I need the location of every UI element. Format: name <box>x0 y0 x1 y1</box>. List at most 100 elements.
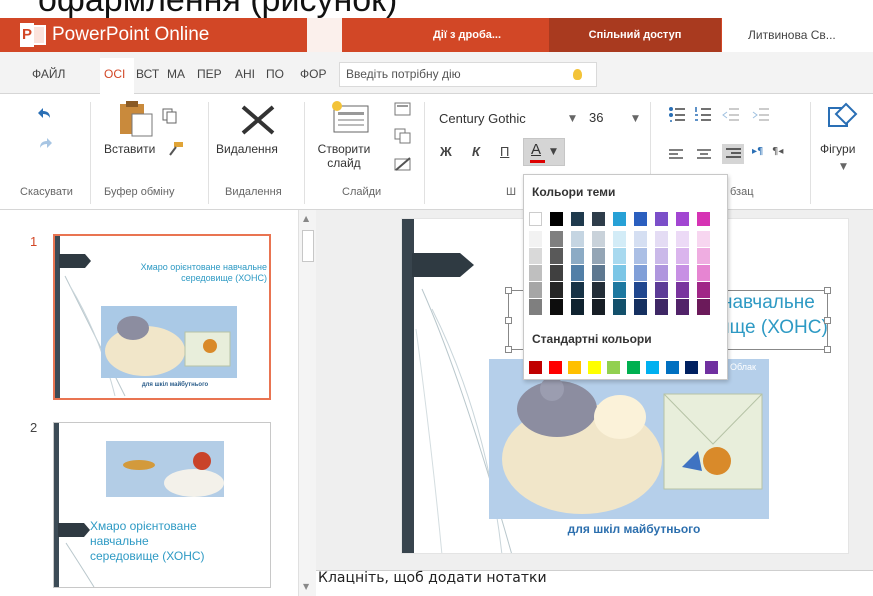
standard-color-swatch[interactable] <box>704 361 718 374</box>
align-center-icon[interactable] <box>696 148 712 160</box>
ltr-icon[interactable]: ▸¶ <box>752 146 763 157</box>
align-left-icon[interactable] <box>668 148 684 160</box>
paste-icon[interactable] <box>118 100 156 138</box>
user-name[interactable]: Литвинова Св... <box>722 18 873 52</box>
theme-color-swatch[interactable] <box>613 231 626 247</box>
format-painter-icon[interactable] <box>168 142 184 156</box>
numbering-icon[interactable] <box>694 106 712 122</box>
bullets-icon[interactable] <box>668 106 686 122</box>
redo-icon[interactable] <box>38 138 52 150</box>
duplicate-slide-icon[interactable] <box>394 128 412 144</box>
theme-color-swatch[interactable] <box>613 265 626 281</box>
theme-color-swatch[interactable] <box>655 282 668 298</box>
copy-icon[interactable] <box>162 108 178 124</box>
theme-color-swatch[interactable] <box>529 212 542 226</box>
theme-color-swatch[interactable] <box>592 282 605 298</box>
document-name-button[interactable]: Дії з дроба... <box>402 18 532 52</box>
standard-color-swatch[interactable] <box>685 361 698 374</box>
theme-color-swatch[interactable] <box>529 248 542 264</box>
tab-design[interactable]: МА <box>167 62 185 86</box>
standard-color-swatch[interactable] <box>607 361 620 374</box>
theme-color-swatch[interactable] <box>529 231 542 247</box>
font-color-button[interactable]: А ▼ <box>523 138 565 166</box>
theme-color-swatch[interactable] <box>697 282 710 298</box>
theme-color-swatch[interactable] <box>571 248 584 264</box>
scroll-down-icon[interactable]: ▼ <box>303 582 309 591</box>
font-name-dropdown-icon[interactable]: ▼ <box>569 114 576 124</box>
theme-color-swatch[interactable] <box>676 299 689 315</box>
resize-handle[interactable] <box>505 346 512 353</box>
shapes-dropdown-icon[interactable]: ▼ <box>840 162 847 172</box>
theme-color-swatch[interactable] <box>592 248 605 264</box>
bold-button[interactable]: Ж <box>440 144 452 159</box>
paste-label[interactable]: Вставити <box>104 142 155 156</box>
app-name[interactable]: P PowerPoint Online <box>20 23 209 47</box>
theme-color-swatch[interactable] <box>613 299 626 315</box>
thumbnail-scrollbar[interactable]: ▲ ▼ <box>298 210 316 596</box>
tab-insert[interactable]: ВСТ <box>136 62 159 86</box>
share-button[interactable]: Спільний доступ <box>549 18 721 52</box>
theme-color-swatch[interactable] <box>655 265 668 281</box>
theme-color-swatch[interactable] <box>655 248 668 264</box>
theme-color-swatch[interactable] <box>571 265 584 281</box>
theme-color-swatch[interactable] <box>592 231 605 247</box>
theme-color-swatch[interactable] <box>613 212 626 226</box>
delete-icon[interactable] <box>240 104 276 136</box>
new-slide-label[interactable]: Створити слайд <box>314 142 374 170</box>
rtl-icon[interactable]: ¶◂ <box>772 146 783 157</box>
italic-button[interactable]: К <box>472 144 480 159</box>
decrease-indent-icon[interactable] <box>722 106 740 122</box>
resize-handle[interactable] <box>824 317 831 324</box>
theme-color-swatch[interactable] <box>550 248 563 264</box>
theme-color-swatch[interactable] <box>592 212 605 226</box>
theme-color-swatch[interactable] <box>550 265 563 281</box>
theme-color-swatch[interactable] <box>676 231 689 247</box>
new-slide-icon[interactable] <box>330 100 372 134</box>
theme-color-swatch[interactable] <box>697 231 710 247</box>
theme-color-swatch[interactable] <box>529 299 542 315</box>
undo-icon[interactable] <box>38 108 52 120</box>
theme-color-swatch[interactable] <box>697 212 710 226</box>
standard-color-swatch[interactable] <box>665 361 679 374</box>
theme-color-swatch[interactable] <box>613 282 626 298</box>
notes-pane[interactable]: Клацніть, щоб додати нотатки <box>316 570 873 596</box>
theme-color-swatch[interactable] <box>529 265 542 281</box>
theme-color-swatch[interactable] <box>571 231 584 247</box>
standard-color-swatch[interactable] <box>529 361 542 374</box>
theme-color-swatch[interactable] <box>550 299 563 315</box>
standard-color-swatch[interactable] <box>626 361 640 374</box>
theme-color-swatch[interactable] <box>613 248 626 264</box>
theme-color-swatch[interactable] <box>550 282 563 298</box>
theme-color-swatch[interactable] <box>634 282 647 298</box>
theme-color-swatch[interactable] <box>676 212 689 226</box>
scrollbar-thumb[interactable] <box>302 230 314 262</box>
theme-color-swatch[interactable] <box>571 299 584 315</box>
resize-handle[interactable] <box>505 287 512 294</box>
delete-button-label[interactable]: Видалення <box>216 142 278 156</box>
theme-color-swatch[interactable] <box>529 282 542 298</box>
tab-transitions[interactable]: ПЕР <box>197 62 231 86</box>
tab-home[interactable]: ОСІ <box>100 58 134 94</box>
shapes-icon[interactable] <box>826 100 862 134</box>
tab-view[interactable]: ПО <box>266 62 284 86</box>
resize-handle[interactable] <box>505 317 512 324</box>
tab-format[interactable]: ФОР <box>300 62 330 86</box>
theme-color-swatch[interactable] <box>550 231 563 247</box>
increase-indent-icon[interactable] <box>752 106 770 122</box>
tab-animations[interactable]: АНІ <box>235 62 255 86</box>
theme-color-swatch[interactable] <box>676 282 689 298</box>
scroll-up-icon[interactable]: ▲ <box>303 214 309 223</box>
font-name-select[interactable]: Century Gothic <box>432 106 582 130</box>
theme-color-swatch[interactable] <box>676 248 689 264</box>
theme-color-swatch[interactable] <box>655 231 668 247</box>
theme-color-swatch[interactable] <box>634 299 647 315</box>
font-size-dropdown-icon[interactable]: ▼ <box>632 114 639 124</box>
theme-color-swatch[interactable] <box>571 212 584 226</box>
standard-color-swatch[interactable] <box>568 361 581 374</box>
hide-slide-icon[interactable] <box>394 156 412 172</box>
theme-color-swatch[interactable] <box>697 299 710 315</box>
theme-color-swatch[interactable] <box>655 212 668 226</box>
theme-color-swatch[interactable] <box>592 265 605 281</box>
theme-color-swatch[interactable] <box>676 265 689 281</box>
slide-thumbnail-1[interactable]: Хмаро орієнтоване навчальне середовище (… <box>53 234 271 400</box>
